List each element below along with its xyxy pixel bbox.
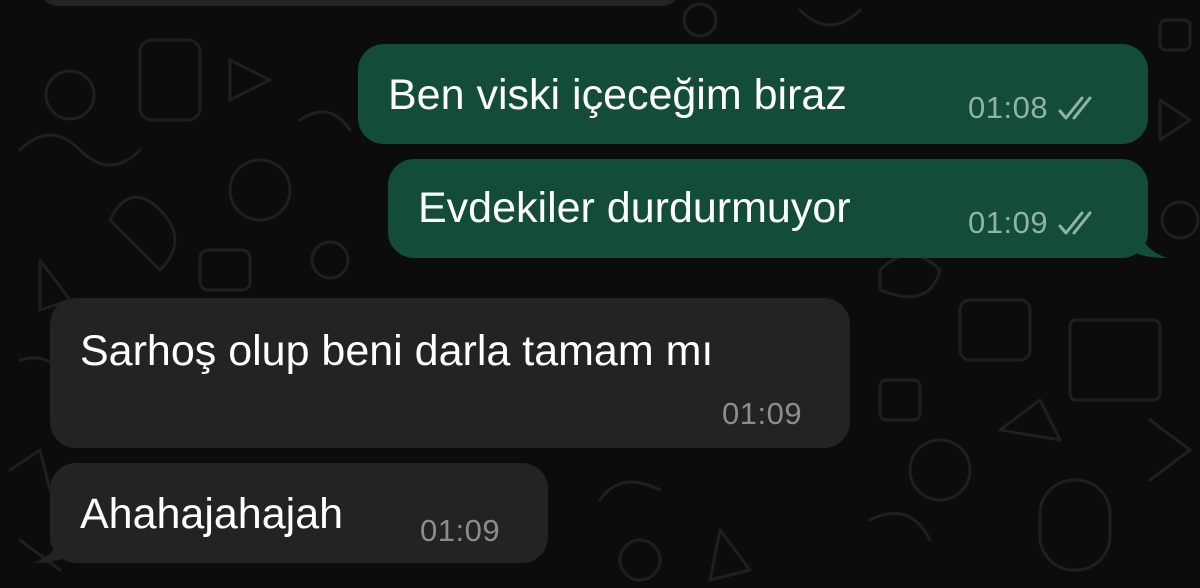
read-ticks-icon <box>1058 211 1092 234</box>
message-text: Evdekiler durdurmuyor <box>418 184 851 232</box>
incoming-message-bubble[interactable]: Sarhoş olup beni darla tamam mı 01:09 <box>50 298 850 448</box>
message-time: 01:09 <box>420 513 501 548</box>
message-time: 01:08 <box>968 90 1049 125</box>
message-meta: 01:08 <box>968 92 1102 123</box>
outgoing-message-bubble[interactable]: Ben viski içeceğim biraz 01:08 <box>358 44 1148 144</box>
message-text: Ben viski içeceğim biraz <box>388 71 847 119</box>
chat-window: Ben viski içeceğim biraz 01:08 Evdekiler… <box>0 0 1200 588</box>
read-ticks-icon <box>1058 96 1092 119</box>
incoming-bubble-tail <box>32 527 66 563</box>
message-time: 01:09 <box>968 205 1049 240</box>
message-time: 01:09 <box>722 396 803 431</box>
message-text: Ahahajahajah <box>80 490 344 538</box>
incoming-message-bubble[interactable]: Ahahajahajah 01:09 <box>50 463 548 563</box>
outgoing-bubble-tail <box>1134 222 1168 258</box>
previous-message-bubble[interactable] <box>40 0 680 6</box>
message-meta: 01:09 <box>420 515 500 546</box>
outgoing-message-bubble[interactable]: Evdekiler durdurmuyor 01:09 <box>388 159 1148 258</box>
message-text: Sarhoş olup beni darla tamam mı <box>80 327 714 375</box>
message-meta: 01:09 <box>722 398 802 429</box>
message-meta: 01:09 <box>968 207 1102 238</box>
